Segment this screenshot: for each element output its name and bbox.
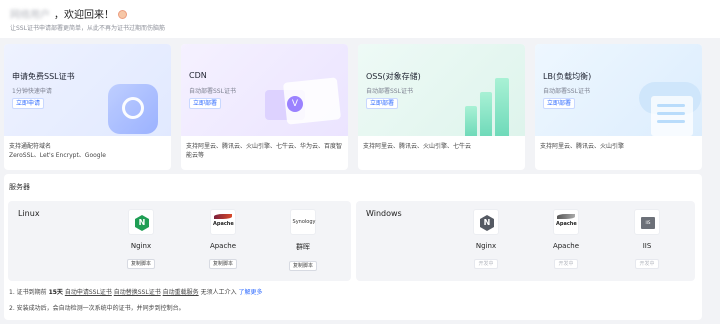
card-title: OSS(对象存储) — [366, 72, 421, 81]
in-development-button[interactable]: 开发中 — [635, 259, 659, 269]
note-line-2: 2. 安装成功后，会自动检测一次系统中的证书，并同步到控制台。 — [9, 305, 185, 312]
card-footer: 支持阿里云、腾讯云、火山引擎、七牛云 — [363, 143, 472, 150]
synology-logo-icon: Synology — [290, 209, 316, 235]
server-name: Nginx — [475, 242, 497, 250]
in-development-button[interactable]: 开发中 — [474, 259, 498, 269]
cloud-server-icon — [617, 74, 701, 136]
server-name: Nginx — [130, 242, 152, 250]
learn-more-link[interactable]: 了解更多 — [239, 289, 263, 296]
copy-script-button[interactable]: 复制脚本 — [126, 259, 155, 269]
card-desc: 自动部署SSL证书 — [189, 88, 236, 95]
server-item-apache: Apache Apache 复制脚本 — [198, 209, 248, 269]
card-oss[interactable]: OSS(对象存储) 自动部署SSL证书 立即部署 支持阿里云、腾讯云、火山引擎、… — [358, 44, 525, 170]
card-footer: 支持阿里云、腾讯云、火山引擎 — [540, 143, 625, 150]
username-blurred: 网络用户 — [10, 10, 50, 21]
card-footer: 支持通配符域名 ZeroSSL、Let's Encrypt、Google — [9, 143, 106, 159]
deploy-now-button[interactable]: 立即部署 — [189, 98, 222, 109]
apache-logo-icon: Apache — [553, 209, 579, 235]
nginx-logo-icon: N — [128, 209, 154, 235]
in-development-button[interactable]: 开发中 — [554, 259, 578, 269]
server-name: IIS — [642, 242, 652, 250]
nginx-logo-icon: N — [473, 209, 499, 235]
cdn-certificate-icon: V — [263, 76, 342, 125]
card-banner: LB(负载均衡) 自动部署SSL证书 立即部署 — [535, 44, 702, 136]
notes: 1. 证书到期前 15天 自动申请SSL证书 自动替换SSL证书 自动重载服务 … — [9, 288, 263, 320]
group-title: Linux — [18, 209, 40, 218]
group-title: Windows — [366, 209, 402, 218]
welcome-header: 网络用户 ，欢迎回来！ 让SSL证书申请部署更简单，从此不再为证书过期而伤脑筋 — [0, 0, 720, 38]
server-item-apache: Apache Apache 开发中 — [541, 209, 591, 269]
card-title: CDN — [189, 71, 207, 80]
server-item-nginx: N Nginx 复制脚本 — [116, 209, 166, 269]
auto-restart-link: 自动重载服务 — [162, 289, 199, 296]
card-banner: 申请免费SSL证书 1分钟快速申请 立即申请 — [4, 44, 171, 136]
section-title: 服务器 — [9, 183, 30, 191]
greeting-text: ，欢迎回来！ — [54, 10, 114, 21]
auto-replace-link: 自动替换SSL证书 — [113, 289, 161, 296]
card-lb[interactable]: LB(负载均衡) 自动部署SSL证书 立即部署 支持阿里云、腾讯云、火山引擎 — [535, 44, 702, 170]
iis-logo-icon: IIS — [634, 209, 660, 235]
apache-logo-icon: Apache — [210, 209, 236, 235]
server-item-iis: IIS IIS 开发中 — [622, 209, 672, 269]
server-group-linux: Linux N Nginx 复制脚本 Apache Apache 复制脚本 Sy… — [8, 201, 351, 281]
deploy-now-button[interactable]: 立即部署 — [543, 98, 576, 109]
card-desc: 1分钟快速申请 — [12, 88, 52, 95]
server-item-nginx: N Nginx 开发中 — [461, 209, 511, 269]
server-item-synology: Synology 群晖 复制脚本 — [278, 209, 328, 271]
storage-bars-icon — [463, 74, 519, 136]
server-name: Apache — [209, 242, 237, 250]
deploy-now-button[interactable]: 立即部署 — [366, 98, 399, 109]
card-banner: V CDN 自动部署SSL证书 立即部署 — [181, 44, 348, 136]
server-name: Apache — [552, 242, 580, 250]
note-line-1: 1. 证书到期前 15天 自动申请SSL证书 自动替换SSL证书 自动重载服务 … — [9, 289, 263, 296]
card-title: LB(负载均衡) — [543, 72, 592, 81]
apply-now-button[interactable]: 立即申请 — [12, 98, 45, 109]
card-desc: 自动部署SSL证书 — [543, 88, 590, 95]
servers-section: 服务器 Linux N Nginx 复制脚本 Apache Apache 复制脚… — [4, 174, 702, 320]
product-cards: 申请免费SSL证书 1分钟快速申请 立即申请 支持通配符域名 ZeroSSL、L… — [4, 44, 702, 170]
auto-apply-link: 自动申请SSL证书 — [64, 289, 112, 296]
card-footer: 支持阿里云、腾讯云、火山引擎、七牛云、华为云、百度智能云等 — [186, 143, 343, 159]
welcome-title: 网络用户 ，欢迎回来！ — [10, 6, 127, 21]
card-desc: 自动部署SSL证书 — [366, 88, 413, 95]
card-cdn[interactable]: V CDN 自动部署SSL证书 立即部署 支持阿里云、腾讯云、火山引擎、七牛云、… — [181, 44, 348, 170]
wave-hand-icon — [118, 10, 127, 19]
server-group-windows: Windows N Nginx 开发中 Apache Apache 开发中 II… — [356, 201, 695, 281]
copy-script-button[interactable]: 复制脚本 — [208, 259, 237, 269]
server-name: 群晖 — [296, 243, 310, 251]
card-ssl-apply[interactable]: 申请免费SSL证书 1分钟快速申请 立即申请 支持通配符域名 ZeroSSL、L… — [4, 44, 171, 170]
ssl-badge-icon — [108, 84, 158, 134]
days-highlight: 15天 — [48, 289, 63, 296]
welcome-subtitle: 让SSL证书申请部署更简单，从此不再为证书过期而伤脑筋 — [10, 25, 165, 32]
card-banner: OSS(对象存储) 自动部署SSL证书 立即部署 — [358, 44, 525, 136]
card-title: 申请免费SSL证书 — [12, 72, 75, 81]
copy-script-button[interactable]: 复制脚本 — [288, 261, 317, 271]
